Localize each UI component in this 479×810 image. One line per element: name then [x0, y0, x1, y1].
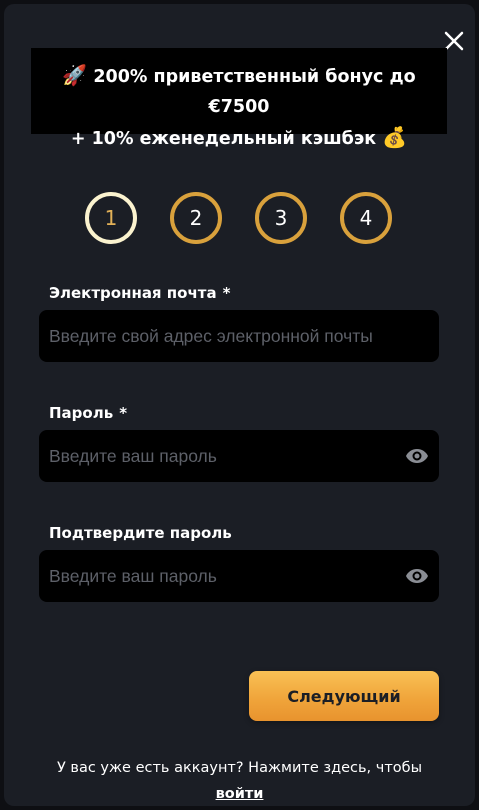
email-field[interactable]	[49, 310, 439, 362]
login-prompt-text: У вас уже есть аккаунт? Нажмите здесь, ч…	[56, 760, 423, 776]
promo-cashback-text: + 10% еженедельный кэшбэк	[70, 129, 377, 149]
email-label-text: Электронная почта	[49, 284, 217, 302]
password-field[interactable]	[49, 430, 409, 482]
promo-bonus-text: 200% приветственный бонус до €7500	[93, 67, 416, 117]
money-bag-icon: 💰	[382, 125, 408, 149]
required-mark: *	[222, 284, 231, 302]
confirm-password-field[interactable]	[49, 550, 409, 602]
email-label: Электронная почта *	[49, 284, 230, 302]
promo-line-1: 🚀 200% приветственный бонус до €7500	[31, 60, 447, 122]
step-1[interactable]: 1	[85, 192, 137, 244]
step-4[interactable]: 4	[340, 192, 392, 244]
required-mark: *	[119, 404, 128, 422]
next-button[interactable]: Следующий	[249, 671, 439, 721]
password-field-box	[39, 430, 439, 482]
login-prompt: У вас уже есть аккаунт? Нажмите здесь, ч…	[0, 755, 479, 807]
rocket-icon: 🚀	[62, 63, 88, 87]
email-field-box	[39, 310, 439, 362]
eye-icon[interactable]	[405, 444, 429, 468]
password-label-text: Пароль	[49, 404, 114, 422]
eye-icon[interactable]	[405, 564, 429, 588]
promo-banner: 🚀 200% приветственный бонус до €7500 + 1…	[31, 48, 447, 149]
step-2[interactable]: 2	[170, 192, 222, 244]
step-3[interactable]: 3	[255, 192, 307, 244]
password-label: Пароль *	[49, 404, 127, 422]
confirm-password-field-box	[39, 550, 439, 602]
login-link[interactable]: войти	[216, 786, 264, 802]
confirm-password-label-text: Подтвердите пароль	[49, 524, 232, 542]
confirm-password-label: Подтвердите пароль	[49, 524, 232, 542]
step-indicator: 1 2 3 4	[0, 192, 479, 244]
promo-line-2: + 10% еженедельный кэшбэк 💰	[31, 122, 447, 154]
